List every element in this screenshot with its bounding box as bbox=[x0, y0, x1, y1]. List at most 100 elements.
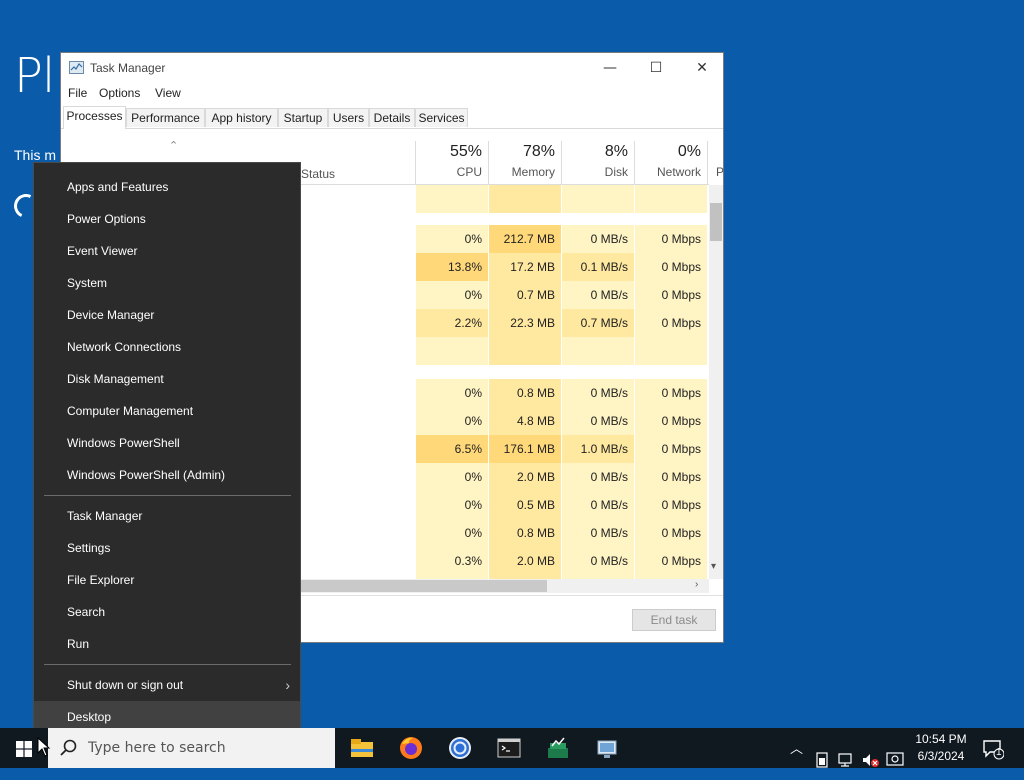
menu-item-windows-powershell-admin[interactable]: Windows PowerShell (Admin) bbox=[34, 459, 300, 491]
menu-item-disk-management[interactable]: Disk Management bbox=[34, 363, 300, 395]
table-row[interactable]: 13.8% 17.2 MB 0.1 MB/s 0 Mbps bbox=[415, 253, 709, 281]
network-icon[interactable] bbox=[838, 740, 856, 780]
column-header-disk[interactable]: 8% Disk bbox=[561, 141, 634, 185]
disk-cell: 0.1 MB/s bbox=[561, 253, 634, 281]
cpu-cell bbox=[415, 337, 488, 365]
sort-caret-icon[interactable]: ⌃ bbox=[169, 139, 178, 152]
volume-muted-icon[interactable] bbox=[862, 740, 880, 780]
battery-icon[interactable] bbox=[815, 740, 829, 780]
taskbar-search-box[interactable]: Type here to search bbox=[48, 728, 335, 768]
search-icon bbox=[60, 739, 77, 756]
table-row[interactable]: 2.2% 22.3 MB 0.7 MB/s 0 Mbps bbox=[415, 309, 709, 337]
input-indicator-icon[interactable] bbox=[886, 740, 904, 780]
file-explorer-icon[interactable] bbox=[348, 734, 376, 762]
menu-item-run[interactable]: Run bbox=[34, 628, 300, 660]
scroll-right-icon[interactable]: › bbox=[695, 579, 698, 590]
maximize-button[interactable]: ☐ bbox=[633, 53, 679, 83]
table-row[interactable]: 0.3% 2.0 MB 0 MB/s 0 Mbps bbox=[415, 547, 709, 575]
windows-logo-icon bbox=[16, 741, 32, 757]
tab-processes[interactable]: Processes bbox=[63, 106, 126, 129]
close-button[interactable]: ✕ bbox=[679, 53, 725, 83]
menu-item-system[interactable]: System bbox=[34, 267, 300, 299]
column-header-power[interactable]: P bbox=[707, 141, 724, 185]
menu-item-event-viewer[interactable]: Event Viewer bbox=[34, 235, 300, 267]
menu-item-network-connections[interactable]: Network Connections bbox=[34, 331, 300, 363]
end-task-button[interactable]: End task bbox=[632, 609, 716, 631]
disk-cell: 0 MB/s bbox=[561, 519, 634, 547]
cpu-cell: 0% bbox=[415, 491, 488, 519]
memory-cell: 22.3 MB bbox=[488, 309, 561, 337]
memory-cell: 0.5 MB bbox=[488, 491, 561, 519]
memory-label: Memory bbox=[511, 165, 555, 179]
menu-separator bbox=[44, 664, 291, 665]
disk-cell bbox=[561, 337, 634, 365]
cpu-cell: 0% bbox=[415, 519, 488, 547]
table-row[interactable] bbox=[415, 337, 709, 365]
background-subtitle: This m bbox=[14, 147, 56, 163]
cpu-cell bbox=[415, 185, 488, 213]
menu-item-device-manager[interactable]: Device Manager bbox=[34, 299, 300, 331]
chevron-right-icon: › bbox=[285, 677, 290, 693]
network-label: Network bbox=[656, 165, 701, 179]
menu-item-task-manager[interactable]: Task Manager bbox=[34, 500, 300, 532]
tab-details[interactable]: Details bbox=[369, 108, 415, 127]
network-cell: 0 Mbps bbox=[634, 309, 707, 337]
column-header-status[interactable]: Status bbox=[301, 167, 335, 181]
network-cell: 0 Mbps bbox=[634, 379, 707, 407]
table-row[interactable]: 0% 0.5 MB 0 MB/s 0 Mbps bbox=[415, 491, 709, 519]
horizontal-scroll-thumb[interactable] bbox=[301, 580, 547, 592]
menu-item-apps-and-features[interactable]: Apps and Features bbox=[34, 171, 300, 203]
disk-cell: 0 MB/s bbox=[561, 463, 634, 491]
table-row[interactable]: 0% 4.8 MB 0 MB/s 0 Mbps bbox=[415, 407, 709, 435]
memory-cell bbox=[488, 337, 561, 365]
vertical-scroll-thumb[interactable] bbox=[710, 203, 722, 241]
table-row[interactable]: 0% 0.8 MB 0 MB/s 0 Mbps bbox=[415, 519, 709, 547]
menu-item-power-options[interactable]: Power Options bbox=[34, 203, 300, 235]
tab-users[interactable]: Users bbox=[328, 108, 369, 127]
menu-item-computer-management[interactable]: Computer Management bbox=[34, 395, 300, 427]
cpu-cell: 6.5% bbox=[415, 435, 488, 463]
network-cell: 0 Mbps bbox=[634, 281, 707, 309]
memory-cell: 212.7 MB bbox=[488, 225, 561, 253]
menu-file[interactable]: File bbox=[68, 86, 87, 100]
vertical-scrollbar[interactable] bbox=[709, 185, 723, 579]
table-row[interactable]: 0% 212.7 MB 0 MB/s 0 Mbps bbox=[415, 225, 709, 253]
table-row[interactable]: 0% 0.8 MB 0 MB/s 0 Mbps bbox=[415, 379, 709, 407]
table-row[interactable]: 0% 0.7 MB 0 MB/s 0 Mbps bbox=[415, 281, 709, 309]
menu-item-settings[interactable]: Settings bbox=[34, 532, 300, 564]
system-monitor-icon[interactable] bbox=[544, 734, 572, 762]
menu-item-shut-down-or-sign-out[interactable]: Shut down or sign out › bbox=[34, 669, 300, 701]
memory-cell: 176.1 MB bbox=[488, 435, 561, 463]
memory-cell: 0.7 MB bbox=[488, 281, 561, 309]
table-row[interactable]: 0% 2.0 MB 0 MB/s 0 Mbps bbox=[415, 463, 709, 491]
column-header-network[interactable]: 0% Network bbox=[634, 141, 707, 185]
tab-performance[interactable]: Performance bbox=[126, 108, 205, 127]
clock[interactable]: 10:54 PM 6/3/2024 bbox=[908, 731, 974, 765]
tab-startup[interactable]: Startup bbox=[278, 108, 328, 127]
remote-desktop-icon[interactable] bbox=[593, 734, 621, 762]
firefox-icon[interactable] bbox=[397, 734, 425, 762]
task-manager-titlebar[interactable]: Task Manager — ☐ ✕ bbox=[61, 53, 723, 83]
tab-services[interactable]: Services bbox=[415, 108, 468, 127]
disk-cell: 0 MB/s bbox=[561, 407, 634, 435]
menu-view[interactable]: View bbox=[155, 86, 181, 100]
scroll-down-icon[interactable]: ▾ bbox=[711, 561, 716, 572]
column-header-memory[interactable]: 78% Memory bbox=[488, 141, 561, 185]
table-row[interactable]: 6.5% 176.1 MB 1.0 MB/s 0 Mbps bbox=[415, 435, 709, 463]
column-header-cpu[interactable]: 55% CPU bbox=[415, 141, 488, 185]
cpu-cell: 0% bbox=[415, 379, 488, 407]
action-center-button[interactable]: 1 bbox=[982, 738, 1005, 760]
menu-item-file-explorer[interactable]: File Explorer bbox=[34, 564, 300, 596]
network-cell: 0 Mbps bbox=[634, 253, 707, 281]
table-row[interactable] bbox=[415, 185, 709, 213]
show-hidden-icons-chevron-icon[interactable]: ︿ bbox=[790, 738, 803, 778]
terminal-icon[interactable] bbox=[495, 734, 523, 762]
network-cell: 0 Mbps bbox=[634, 491, 707, 519]
cpu-cell: 0.3% bbox=[415, 547, 488, 575]
menu-item-windows-powershell[interactable]: Windows PowerShell bbox=[34, 427, 300, 459]
minimize-button[interactable]: — bbox=[587, 53, 633, 83]
tab-app-history[interactable]: App history bbox=[205, 108, 278, 127]
menu-item-search[interactable]: Search bbox=[34, 596, 300, 628]
menu-options[interactable]: Options bbox=[99, 86, 140, 100]
chrome-icon[interactable] bbox=[446, 734, 474, 762]
